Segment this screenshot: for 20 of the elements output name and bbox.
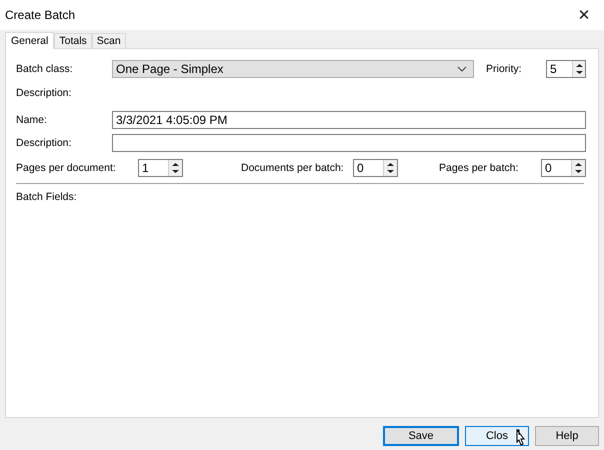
- dialog-button[interactable]: Save: [383, 426, 459, 446]
- field-label: Batch class:: [16, 63, 74, 75]
- field-label: Description:: [16, 87, 72, 99]
- description-field[interactable]: [112, 134, 586, 152]
- window-title: Create Batch: [5, 8, 76, 22]
- tab[interactable]: Scan: [92, 33, 126, 48]
- tab[interactable]: General: [5, 32, 54, 49]
- field-label: Documents per batch:: [241, 162, 345, 174]
- field-label: Priority:: [486, 63, 522, 75]
- close-button[interactable]: ✕: [564, 0, 604, 30]
- dialog-button[interactable]: Help: [535, 426, 599, 446]
- tab[interactable]: Totals: [54, 33, 92, 48]
- batch-class-dropdown[interactable]: One Page - Simplex: [112, 60, 474, 78]
- field-label: Pages per batch:: [439, 162, 520, 174]
- section-label: Batch Fields:: [16, 191, 78, 203]
- field-label: Name:: [16, 114, 48, 126]
- chevron-down-icon: [457, 66, 467, 72]
- field-label: Pages per document:: [16, 162, 117, 174]
- field-label: Description:: [16, 137, 72, 149]
- name-field[interactable]: 3/3/2021 4:05:09 PM: [112, 111, 586, 129]
